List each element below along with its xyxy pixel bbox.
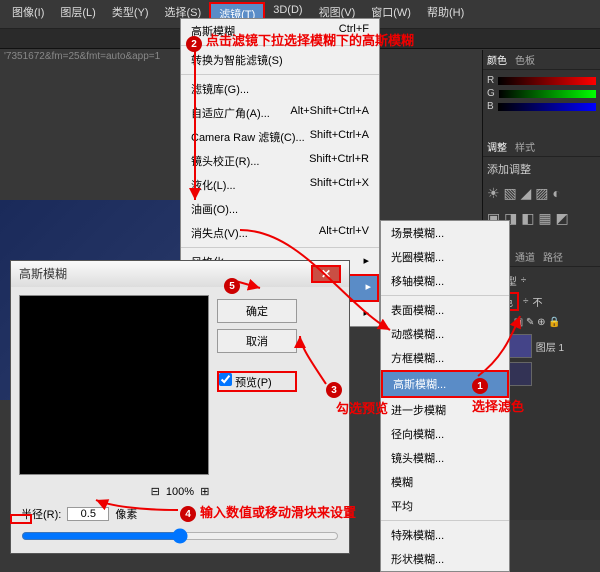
- ann-badge-5: 5: [224, 278, 240, 294]
- ann-box: [10, 514, 32, 524]
- ann-text-3: 勾选预览: [336, 398, 388, 417]
- ann-badge-3: 3: [326, 382, 342, 398]
- ann-text-1: 选择滤色: [472, 396, 524, 415]
- ann-text-4: 输入数值或移动滑块来设置: [200, 502, 356, 521]
- ann-badge-2: 2: [186, 36, 202, 52]
- radius-slider[interactable]: [21, 528, 339, 544]
- sub-shape-blur[interactable]: 形状模糊...: [381, 547, 509, 571]
- ann-badge-1: 1: [472, 378, 488, 394]
- ann-badge-4: 4: [180, 506, 196, 522]
- ann-text-2: 点击滤镜下拉选择模糊下的高斯模糊: [206, 30, 414, 49]
